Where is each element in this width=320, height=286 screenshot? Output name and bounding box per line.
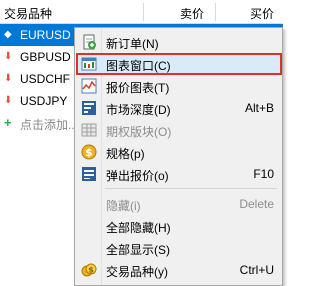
options-board-icon xyxy=(81,122,97,138)
column-symbol[interactable]: 交易品种 xyxy=(4,5,52,22)
menu-item-label: 规格(p) xyxy=(106,147,145,161)
menu-item-label: 市场深度(D) xyxy=(106,103,171,117)
menu-item-shortcut: Ctrl+U xyxy=(239,263,274,277)
direction-down-icon: ⬇ xyxy=(4,73,13,84)
menu-item-label: 报价图表(T) xyxy=(106,81,170,95)
menu-item-new-order[interactable]: 新订单(N) xyxy=(76,31,282,53)
menu-separator xyxy=(105,188,277,189)
menu-item-specification[interactable]: $ 规格(p) xyxy=(76,141,282,163)
symbol-name: GBPUSD xyxy=(20,50,71,64)
menu-item-market-depth[interactable]: 市场深度(D) Alt+B xyxy=(76,97,282,119)
menu-item-label: 新订单(N) xyxy=(106,37,159,51)
column-divider xyxy=(143,3,144,21)
column-ask[interactable]: 买价 xyxy=(250,5,274,22)
menu-item-chart-window[interactable]: 图表窗口(C) xyxy=(76,53,282,75)
menu-item-hide[interactable]: 隐藏(i) Delete xyxy=(76,193,282,215)
context-menu: 新订单(N) 图表窗口(C) 报价图表(T) 市场深度(D) Alt+B 期权版… xyxy=(74,27,283,286)
svg-text:$: $ xyxy=(85,146,93,159)
menu-item-label: 弹出报价(o) xyxy=(106,169,169,183)
menu-item-label: 期权版块(O) xyxy=(106,125,172,139)
menu-item-tick-chart[interactable]: 报价图表(T) xyxy=(76,75,282,97)
specification-icon: $ xyxy=(81,144,97,160)
tick-chart-icon xyxy=(81,78,97,94)
menu-item-popup-prices[interactable]: 弹出报价(o) F10 xyxy=(76,163,282,185)
column-divider xyxy=(215,3,216,21)
menu-item-symbols[interactable]: $ 交易品种(y) Ctrl+U xyxy=(76,259,282,281)
menu-item-show-all[interactable]: 全部显示(S) xyxy=(76,237,282,259)
popup-prices-icon xyxy=(81,166,97,182)
menu-item-options-board[interactable]: 期权版块(O) xyxy=(76,119,282,141)
menu-item-shortcut: F10 xyxy=(253,167,274,181)
direction-down-icon: ⬇ xyxy=(4,51,13,62)
symbol-name: USDCHF xyxy=(20,72,70,86)
add-symbol-label: 点击添加... xyxy=(20,118,79,132)
direction-down-icon: ⬇ xyxy=(4,95,13,106)
symbols-icon: $ xyxy=(81,262,97,278)
menu-item-shortcut: Delete xyxy=(239,197,274,211)
new-order-icon xyxy=(81,34,97,50)
menu-item-label: 交易品种(y) xyxy=(106,265,168,279)
menu-item-hide-all[interactable]: 全部隐藏(H) xyxy=(76,215,282,237)
menu-item-label: 图表窗口(C) xyxy=(106,59,171,73)
symbol-name: USDJPY xyxy=(20,94,68,108)
plus-icon: + xyxy=(4,115,12,130)
chart-window-icon xyxy=(81,56,97,72)
svg-text:$: $ xyxy=(88,266,94,275)
menu-item-label: 全部隐藏(H) xyxy=(106,221,171,235)
column-bid[interactable]: 卖价 xyxy=(180,5,204,22)
menu-item-label: 隐藏(i) xyxy=(106,199,141,213)
menu-item-shortcut: Alt+B xyxy=(244,101,274,115)
menu-item-label: 全部显示(S) xyxy=(106,243,170,257)
direction-up-icon: ◆ xyxy=(4,29,12,40)
market-watch-header: 交易品种 卖价 买价 xyxy=(0,0,283,24)
symbol-name: EURUSD xyxy=(20,28,71,42)
market-depth-icon xyxy=(81,100,97,116)
